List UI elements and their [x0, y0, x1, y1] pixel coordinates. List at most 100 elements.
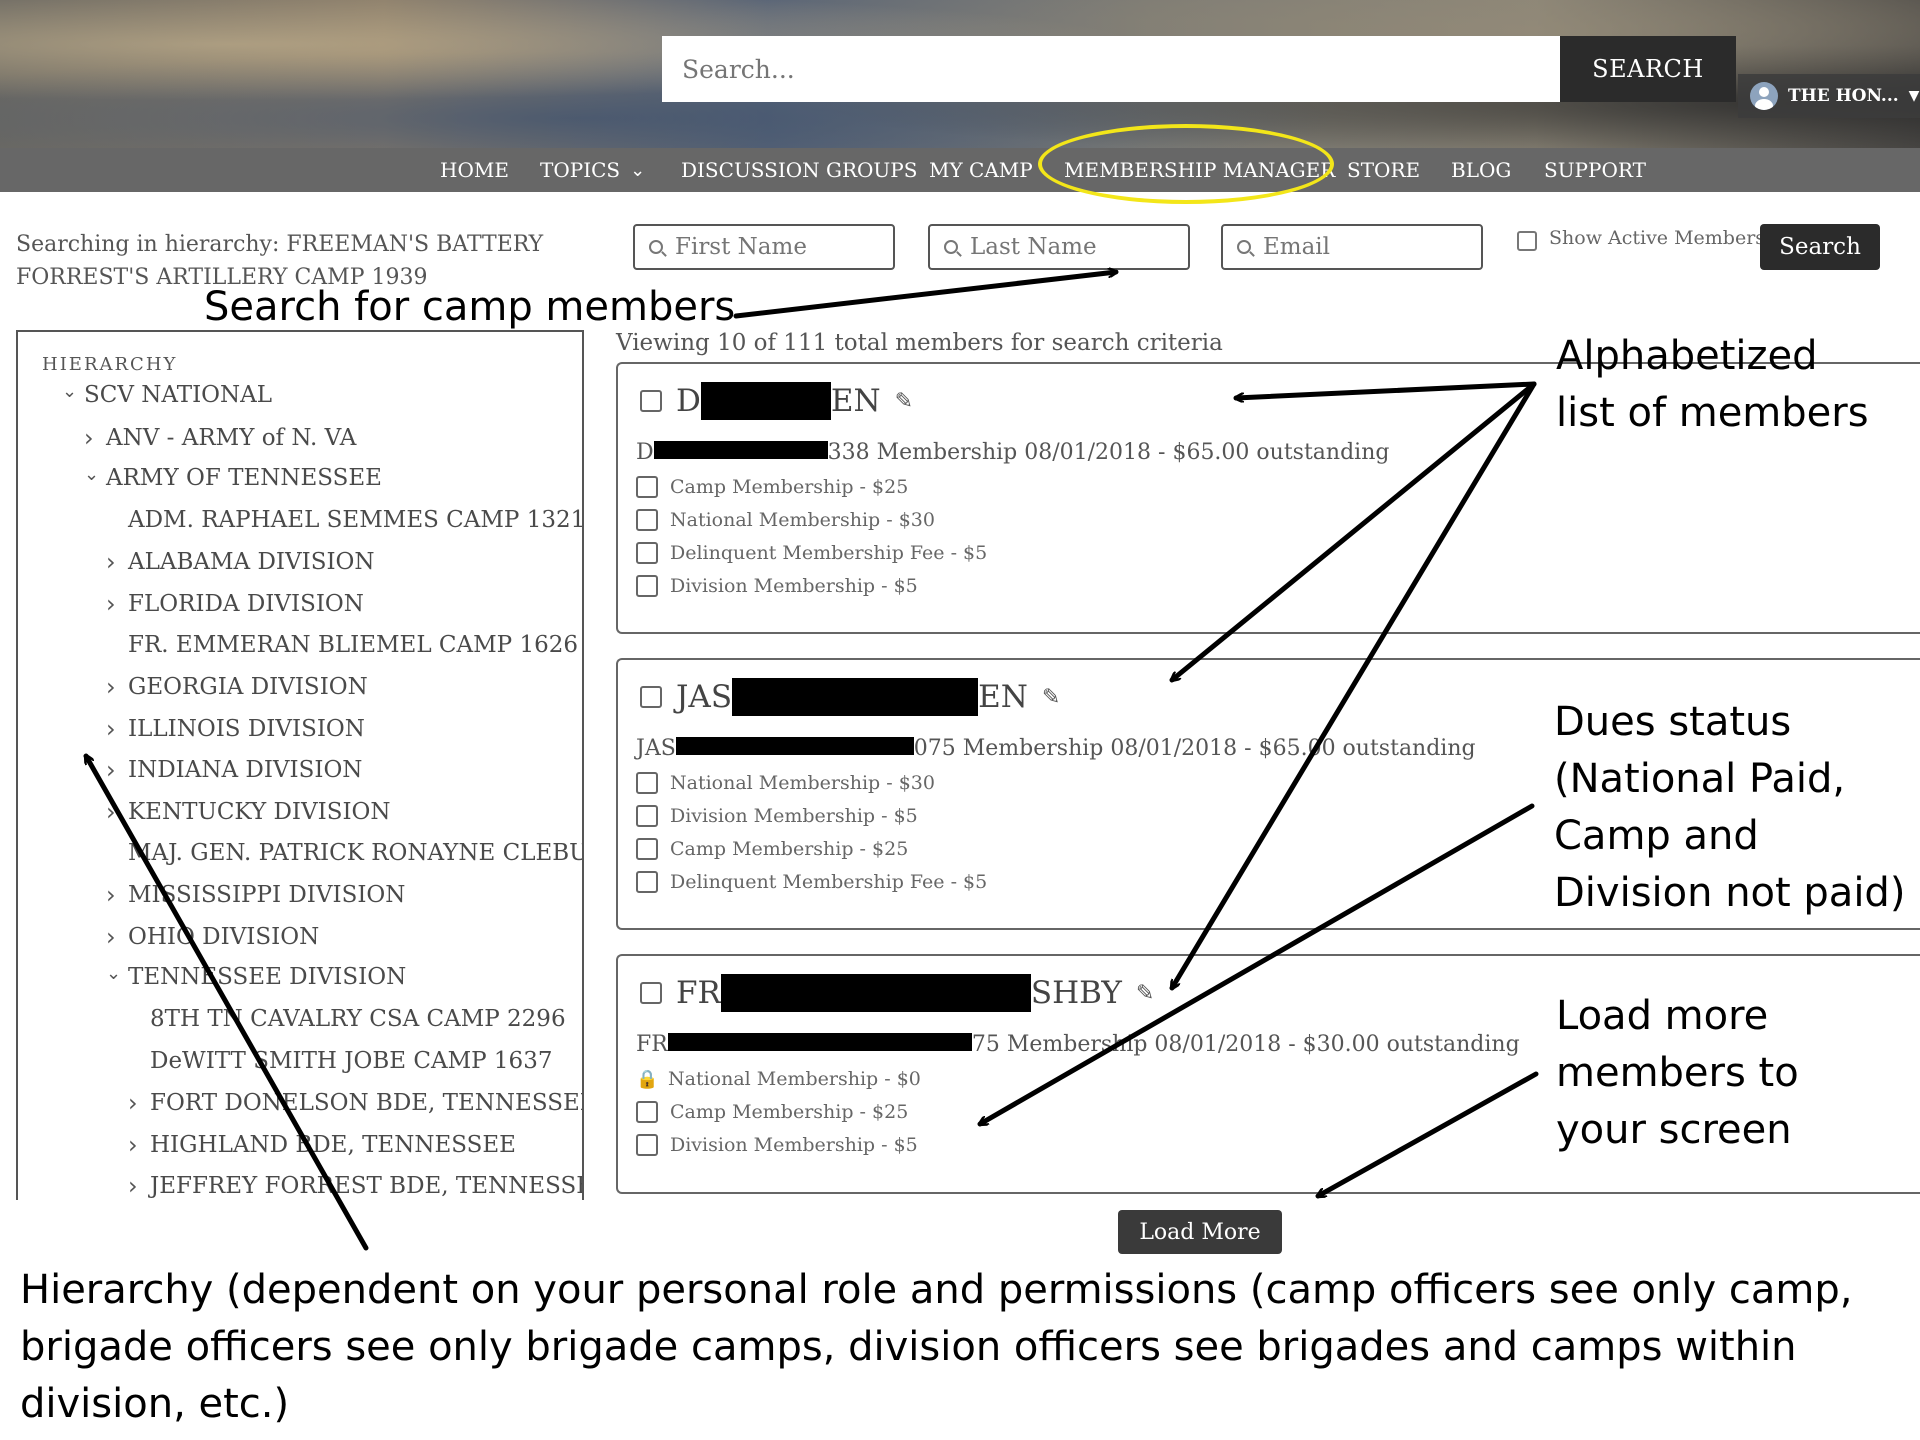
hierarchy-item[interactable]: ⌄ SCV NATIONAL [62, 381, 273, 409]
annotation-dues-line4: Division not paid) [1554, 870, 1906, 916]
chevron-down-icon[interactable]: ⌄ [106, 963, 128, 984]
fee-item: Camp Membership - $25 [636, 838, 908, 860]
chevron-right-icon[interactable]: › [84, 424, 106, 452]
chevron-right-icon[interactable]: › [128, 1131, 150, 1159]
fee-checkbox[interactable] [636, 575, 658, 597]
user-menu[interactable]: THE HON... ▼ [1738, 74, 1920, 118]
nav-blog[interactable]: BLOG [1451, 148, 1511, 192]
edit-pencil-icon[interactable]: ✎ [1042, 685, 1060, 710]
chevron-right-icon[interactable]: › [106, 590, 128, 618]
hierarchy-item[interactable]: › ANV - ARMY of N. VA [84, 424, 356, 452]
fee-item: National Membership - $30 [636, 509, 935, 531]
hierarchy-context-line1: Searching in hierarchy: FREEMAN'S BATTER… [16, 232, 544, 257]
nav-discussion-groups[interactable]: DISCUSSION GROUPS [681, 148, 917, 192]
nav-support[interactable]: SUPPORT [1544, 148, 1646, 192]
fee-checkbox[interactable] [636, 542, 658, 564]
hierarchy-item[interactable]: ADM. RAPHAEL SEMMES CAMP 1321 [106, 507, 582, 533]
fee-label: Division Membership - $5 [670, 1134, 918, 1156]
site-search-button[interactable]: SEARCH [1560, 36, 1736, 102]
fee-checkbox[interactable] [636, 1101, 658, 1123]
show-active-checkbox[interactable] [1517, 231, 1537, 251]
site-search-input[interactable] [662, 36, 1560, 102]
fee-checkbox[interactable] [636, 476, 658, 498]
member-select-checkbox[interactable] [640, 686, 662, 708]
fee-label: Division Membership - $5 [670, 575, 918, 597]
fee-checkbox[interactable] [636, 805, 658, 827]
first-name-field[interactable] [633, 224, 895, 270]
load-more-button[interactable]: Load More [1118, 1210, 1282, 1254]
fee-checkbox[interactable] [636, 838, 658, 860]
fee-label: Camp Membership - $25 [670, 838, 909, 860]
nav-store[interactable]: STORE [1347, 148, 1420, 192]
member-detail-end: 338 Membership 08/01/2018 - $65.00 outst… [827, 440, 1390, 465]
nav-topics[interactable]: TOPICS ⌄ [540, 148, 645, 192]
hierarchy-item-label: ALABAMA DIVISION [128, 549, 375, 576]
fee-label: Camp Membership - $25 [670, 476, 909, 498]
hierarchy-item[interactable]: › INDIANA DIVISION [106, 756, 362, 784]
member-select-checkbox[interactable] [640, 390, 662, 412]
member-name-end: SHBY [1030, 975, 1122, 1011]
last-name-field[interactable] [928, 224, 1190, 270]
hierarchy-item[interactable]: › JEFFREY FORREST BDE, TENNESSEE [128, 1172, 584, 1200]
redaction-bar [720, 974, 1031, 1012]
hierarchy-panel: HIERARCHY ⌄ SCV NATIONAL › ANV - ARMY of N.… [16, 330, 584, 1200]
hierarchy-item[interactable]: MAJ. GEN. PATRICK RONAYNE CLEBU... [106, 840, 582, 866]
fee-checkbox[interactable] [636, 509, 658, 531]
chevron-right-icon[interactable]: › [128, 1172, 150, 1200]
email-input[interactable] [1263, 234, 1463, 260]
chevron-right-icon[interactable]: › [106, 881, 128, 909]
fee-checkbox[interactable] [636, 871, 658, 893]
hierarchy-item[interactable]: › MISSISSIPPI DIVISION [106, 881, 405, 909]
chevron-right-icon[interactable]: › [106, 673, 128, 701]
fee-item: Delinquent Membership Fee - $5 [636, 871, 987, 893]
hierarchy-item[interactable]: ⌄ TENNESSEE DIVISION [106, 963, 406, 991]
annotation-dues-line3: Camp and [1554, 813, 1759, 859]
hierarchy-item[interactable]: › FORT DONELSON BDE, TENNESSEE [128, 1089, 582, 1117]
hierarchy-item[interactable]: ⌄ ARMY OF TENNESSEE [84, 464, 382, 492]
member-detail-start: D [636, 440, 654, 465]
hierarchy-item[interactable]: › ILLINOIS DIVISION [106, 715, 365, 743]
hierarchy-item[interactable]: › FLORIDA DIVISION [106, 590, 364, 618]
fee-checkbox[interactable] [636, 1134, 658, 1156]
hierarchy-item[interactable]: FR. EMMERAN BLIEMEL CAMP 1626 [106, 632, 578, 658]
chevron-right-icon[interactable]: › [106, 715, 128, 743]
fee-label: Delinquent Membership Fee - $5 [670, 542, 988, 564]
redaction-bar [653, 440, 828, 459]
hierarchy-item-label: JEFFREY FORREST BDE, TENNESSEE [150, 1173, 584, 1200]
fee-item: Division Membership - $5 [636, 575, 918, 597]
member-select-checkbox[interactable] [640, 982, 662, 1004]
hierarchy-item-label: FLORIDA DIVISION [128, 591, 364, 617]
member-search-button[interactable]: Search [1760, 224, 1880, 270]
first-name-input[interactable] [675, 234, 875, 260]
member-name-start: D [676, 383, 701, 419]
hierarchy-item[interactable]: DeWITT SMITH JOBE CAMP 1637 [128, 1048, 552, 1074]
hierarchy-item[interactable]: › HIGHLAND BDE, TENNESSEE [128, 1131, 516, 1159]
hierarchy-item[interactable]: › KENTUCKY DIVISION [106, 798, 391, 826]
chevron-down-icon[interactable]: ⌄ [84, 464, 106, 485]
nav-my-camp[interactable]: MY CAMP [929, 148, 1033, 192]
hierarchy-item[interactable]: › ALABAMA DIVISION [106, 548, 375, 576]
chevron-right-icon[interactable]: › [106, 756, 128, 784]
edit-pencil-icon[interactable]: ✎ [1136, 981, 1154, 1006]
edit-pencil-icon[interactable]: ✎ [895, 389, 913, 414]
last-name-input[interactable] [970, 234, 1170, 260]
chevron-right-icon[interactable]: › [106, 548, 128, 576]
redaction-bar [700, 382, 831, 420]
fee-checkbox[interactable] [636, 772, 658, 794]
hierarchy-item[interactable]: › OHIO DIVISION [106, 923, 319, 951]
email-field[interactable] [1221, 224, 1483, 270]
member-detail-start: FR [636, 1032, 668, 1057]
viewing-count: Viewing 10 of 111 total members for sear… [616, 330, 1223, 356]
chevron-down-icon[interactable]: ⌄ [62, 381, 84, 402]
annotation-load-more: Load more members to your screen [1556, 988, 1799, 1159]
hierarchy-item[interactable]: 8TH TN CAVALRY CSA CAMP 2296 [128, 1006, 566, 1032]
nav-home[interactable]: HOME [440, 148, 509, 192]
chevron-right-icon[interactable]: › [106, 923, 128, 951]
member-name-start: FR [676, 975, 721, 1011]
member-name-row: FR SHBY ✎ [640, 974, 1154, 1012]
chevron-right-icon[interactable]: › [128, 1089, 150, 1117]
user-avatar-icon [1750, 82, 1778, 110]
hierarchy-item-label: SCV NATIONAL [84, 382, 273, 408]
hierarchy-item[interactable]: › GEORGIA DIVISION [106, 673, 368, 701]
chevron-right-icon[interactable]: › [106, 798, 128, 826]
